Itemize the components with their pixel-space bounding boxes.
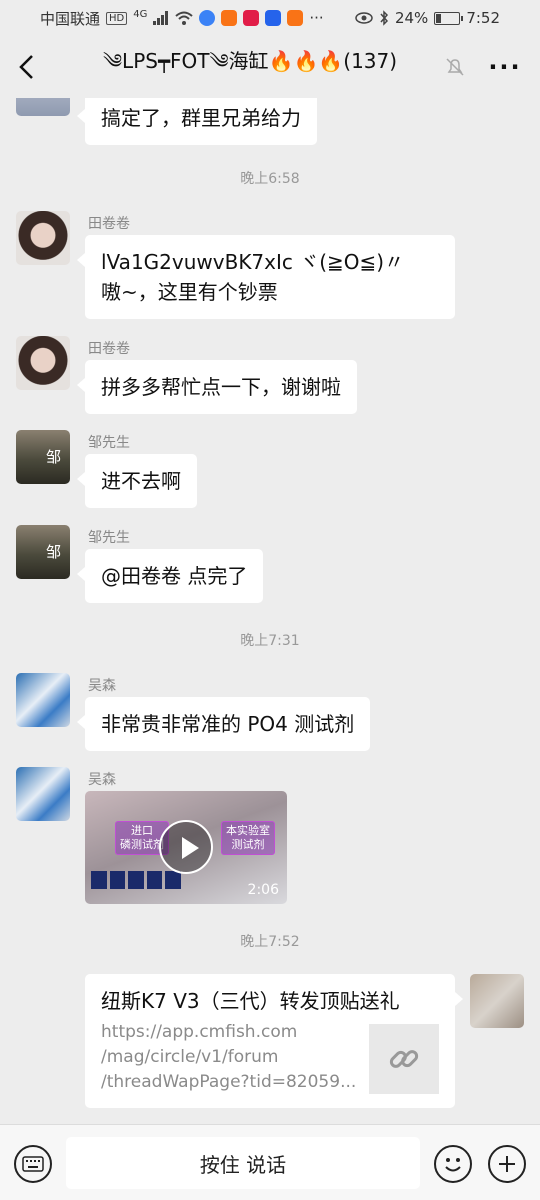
link-title: 纽斯K7 V3（三代）转发顶贴送礼 xyxy=(101,989,400,1013)
avatar[interactable] xyxy=(16,211,70,265)
wifi-icon xyxy=(175,11,194,25)
eye-icon xyxy=(355,12,373,24)
sender-name: 田卷卷 xyxy=(88,341,130,357)
plus-icon xyxy=(499,1156,515,1172)
message-bubble[interactable]: lVa1G2vuwvBK7xIc ヾ(≧O≦)〃 嗷~，这里有个钞票 xyxy=(77,235,455,319)
carrier-label: 中国联通 xyxy=(40,9,101,28)
more-notifications-icon: ··· xyxy=(309,9,324,27)
signal-icon xyxy=(153,11,169,25)
my-avatar[interactable] xyxy=(470,974,524,1028)
play-icon[interactable] xyxy=(159,820,213,874)
link-icon xyxy=(369,1024,439,1094)
video-thumbnail-detail xyxy=(91,871,181,889)
chat-header: ༄LPS┯FOT༄海缸🔥🔥🔥(137) ··· xyxy=(0,36,540,98)
more-icon: ··· xyxy=(488,53,522,81)
message-list[interactable]: 搞定了，群里兄弟给力 晚上6:58 田卷卷 lVa1G2vuwvBK7xIc ヾ… xyxy=(0,98,540,1122)
avatar[interactable] xyxy=(16,336,70,390)
timestamp: 晚上6:58 xyxy=(240,171,300,187)
timestamp: 晚上7:52 xyxy=(240,934,300,950)
keyboard-toggle-button[interactable] xyxy=(14,1145,52,1183)
more-button[interactable]: ··· xyxy=(470,53,540,81)
more-actions-button[interactable] xyxy=(488,1145,526,1183)
avatar[interactable] xyxy=(16,98,70,116)
app-notification-icon xyxy=(243,10,260,26)
sender-name: 邹先生 xyxy=(88,435,130,451)
message-text: lVa1G2vuwvBK7xIc ヾ(≧O≦)〃 xyxy=(101,250,405,274)
emoji-button[interactable] xyxy=(434,1145,472,1183)
message-bubble[interactable]: @田卷卷 点完了 xyxy=(76,549,264,603)
message-bubble[interactable]: 搞定了，群里兄弟给力 xyxy=(77,98,317,145)
message-text: @田卷卷 点完了 xyxy=(101,564,248,588)
message-bubble[interactable]: 进不去啊 xyxy=(77,454,197,508)
sender-name: 吴森 xyxy=(88,678,116,694)
app-notification-icon xyxy=(221,10,238,26)
message-bubble[interactable]: 非常贵非常准的 PO4 测试剂 xyxy=(76,697,371,751)
link-card[interactable]: 纽斯K7 V3（三代）转发顶贴送礼 https://app.cmfish.com… xyxy=(85,974,463,1108)
app-notification-icon xyxy=(287,10,304,26)
status-bar: 中国联通 HD 4G ··· 24% 7:52 xyxy=(0,0,540,36)
back-button[interactable] xyxy=(0,36,52,98)
timestamp: 晚上7:31 xyxy=(240,633,300,649)
avatar-char: 邹 xyxy=(46,543,62,561)
message-text: 搞定了，群里兄弟给力 xyxy=(101,106,301,130)
network-label: 4G xyxy=(133,8,148,20)
avatar[interactable]: 邹 xyxy=(16,430,70,484)
app-notification-icon xyxy=(199,10,216,26)
chat-title: ༄LPS┯FOT༄海缸🔥🔥🔥(137) xyxy=(102,49,398,73)
message-text: 非常贵非常准的 PO4 测试剂 xyxy=(101,712,355,736)
message-bubble[interactable]: 拼多多帮忙点一下，谢谢啦 xyxy=(77,360,357,414)
video-duration: 2:06 xyxy=(247,882,279,898)
hold-to-talk-button[interactable]: 按住 说话 xyxy=(66,1137,420,1189)
battery-icon xyxy=(434,11,464,25)
back-arrow-icon xyxy=(19,55,33,79)
app-notification-icon xyxy=(265,10,282,26)
mute-bell-icon xyxy=(440,57,470,77)
keyboard-icon xyxy=(22,1156,44,1172)
link-url: https://app.cmfish.com /mag/circle/v1/fo… xyxy=(101,1022,356,1092)
input-bar: 按住 说话 xyxy=(0,1124,540,1200)
hd-icon: HD xyxy=(106,11,128,25)
avatar-char: 邹 xyxy=(46,448,62,466)
message-text: 进不去啊 xyxy=(101,469,181,493)
video-message[interactable]: 进口 磷测试剂 本实验室 测试剂 2:06 xyxy=(85,791,287,904)
avatar[interactable] xyxy=(16,673,70,727)
message-text: 拼多多帮忙点一下，谢谢啦 xyxy=(101,375,341,399)
battery-percent: 24% xyxy=(394,9,429,27)
avatar[interactable]: 邹 xyxy=(16,525,70,579)
sender-name: 田卷卷 xyxy=(88,216,130,232)
sender-name: 邹先生 xyxy=(88,530,130,546)
message-text: 嗷~，这里有个钞票 xyxy=(101,280,278,304)
avatar[interactable] xyxy=(16,767,70,821)
video-caption: 本实验室 测试剂 xyxy=(221,821,275,855)
sender-name: 吴森 xyxy=(88,772,116,788)
clock: 7:52 xyxy=(466,9,500,27)
bluetooth-icon xyxy=(380,10,388,26)
smiley-icon xyxy=(445,1158,461,1172)
